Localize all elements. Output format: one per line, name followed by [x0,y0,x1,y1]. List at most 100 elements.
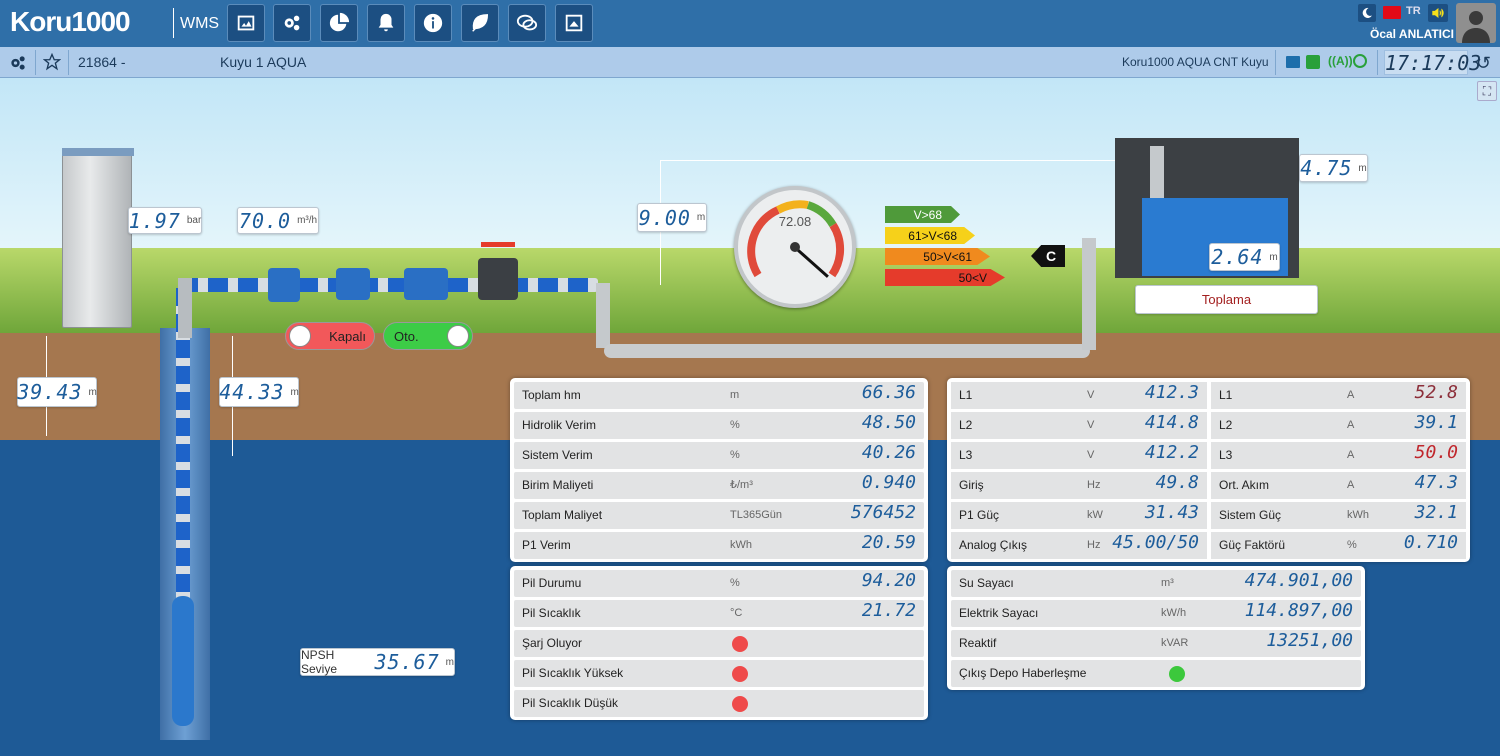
mode-toggle[interactable]: Oto. [383,322,473,350]
station-name: Kuyu 1 AQUA [220,54,307,70]
row-value: 31.43 [1144,502,1199,523]
ok-indicator [1169,666,1185,682]
row-label: Hidrolik Verim [522,418,597,432]
alert-indicator [732,666,748,682]
table-row: L2 V 414.8 L2 A 39.1 [951,412,1466,439]
gallery-button[interactable] [555,4,593,42]
bell-icon [378,13,394,32]
chart-pie-icon [329,12,350,32]
product-name: WMS [180,15,220,32]
row-value: 40.26 [861,442,916,463]
divider [1275,50,1276,75]
table-row: Çıkış Depo Haberleşme [951,660,1361,687]
band-d: 50<V [885,269,1005,286]
night-mode-button[interactable] [1358,4,1376,22]
report-button[interactable] [320,4,358,42]
refresh-icon[interactable]: ↺ [1476,53,1491,74]
energy-button[interactable] [461,4,499,42]
row-value: 576452 [850,502,916,523]
underground-pipe [604,344,1090,358]
user-icon [1462,11,1490,43]
mode-toggle-label: Oto. [394,328,419,344]
settings-button[interactable] [273,4,311,42]
valve-toggle-label: Kapalı [329,328,366,344]
row-label: Birim Maliyeti [522,478,594,492]
tank-level-value: 2.64 [1211,245,1264,269]
row-cell: Analog Çıkış Hz 45.00/50 [951,532,1207,559]
tank-riser-pipe [1082,238,1096,350]
archive-icon[interactable] [1286,56,1300,68]
star-icon [42,52,62,71]
top-bar: Koru1000 WMS TR Öcal ANLATICI [0,0,1500,47]
npsh-value: 35.67 [374,650,440,674]
row-cell: Sistem Güç kWh 32.1 [1211,502,1466,529]
tank-name[interactable]: Toplama [1135,285,1318,314]
table-row: Su Sayacı m³ 474.901,00 [951,570,1361,597]
tank-height-label: 4.75 m [1299,154,1368,182]
flow-meter [268,268,300,302]
gauge-value: 72.08 [778,214,812,229]
station-settings-button[interactable] [8,47,28,78]
row-unit: % [730,419,740,431]
settings-icon [284,15,300,31]
turkey-flag-icon[interactable] [1383,6,1401,19]
pump-status-icon[interactable] [1306,55,1320,69]
table-row: Pil Sıcaklık Düşük [514,690,924,717]
pressure-label: 1.97 bar [128,207,202,234]
image-button[interactable] [227,4,265,42]
alarm-button[interactable] [367,4,405,42]
row-cell: Ort. Akım A 47.3 [1211,472,1466,499]
row-label: L3 [1219,448,1233,462]
row-unit: V [1087,389,1095,401]
user-name[interactable]: Öcal ANLATICI [1370,27,1454,41]
battery-panel: Pil Durumu% 94.20 Pil Sıcaklık °C 21.72 Şarj … [510,566,928,720]
table-row: Reaktif kVAR 13251,00 [951,630,1361,657]
row-label: P1 Verim [522,538,571,552]
language-label[interactable]: TR [1406,5,1421,17]
row-unit: A [1347,449,1355,461]
picture-box-icon [565,14,583,32]
row-value: 39.1 [1414,412,1458,433]
row-unit: V [1087,449,1095,461]
static-level-value: 39.43 [17,380,83,404]
scada-scene: ⛶ 1.97 bar 70.0 m³/h 9.00 m 39.43 m 44.33 m 4… [0,78,1500,756]
info-button[interactable] [414,4,452,42]
row-unit: % [1347,539,1357,551]
signal-icon[interactable]: ((A)) [1328,54,1353,68]
row-value: 0.710 [1403,532,1458,553]
row-unit: A [1347,419,1355,431]
row-label: Toplam hm [522,388,581,402]
row-label: Sistem Verim [522,448,593,462]
table-row: Birim Maliyeti ₺/m³ 0.940 [514,472,924,499]
tank-level-unit: m [1269,251,1278,263]
flow-unit: m³/h [297,215,318,226]
row-cell: Güç Faktörü% 0.710 [1211,532,1466,559]
head-unit: m [696,212,706,223]
gauge-hub [790,242,800,252]
table-row: L1 V 412.3 L1 A 52.8 [951,382,1466,409]
alert-indicator [732,636,748,652]
power-icon[interactable] [1353,54,1367,68]
divider [1377,50,1378,75]
messages-button[interactable] [508,4,546,42]
fullscreen-button[interactable]: ⛶ [1477,81,1497,101]
row-value: 20.59 [861,532,916,553]
row-unit: ₺/m³ [730,479,753,491]
row-cell: L3 V 412.2 [951,442,1207,469]
meters-panel: Su Sayacı m³ 474.901,00 Elektrik Sayacı kW/h… [947,566,1365,690]
row-label: Pil Durumu [522,576,582,590]
row-label: Pil Sıcaklık Yüksek [522,666,624,680]
row-cell: L2 A 39.1 [1211,412,1466,439]
down-pipe [596,283,610,348]
row-value: 0.940 [861,472,916,493]
flow-value: 70.0 [238,208,292,233]
row-unit: Hz [1087,479,1101,491]
valve-toggle[interactable]: Kapalı [285,322,375,350]
tank-height-value: 4.75 [1300,156,1353,180]
favorite-button[interactable] [42,47,62,78]
avatar[interactable] [1456,3,1496,43]
table-row: Toplam hm m 66.36 [514,382,924,409]
row-label: L1 [959,388,973,402]
row-unit: kWh [1347,509,1369,521]
sound-button[interactable] [1428,4,1448,22]
